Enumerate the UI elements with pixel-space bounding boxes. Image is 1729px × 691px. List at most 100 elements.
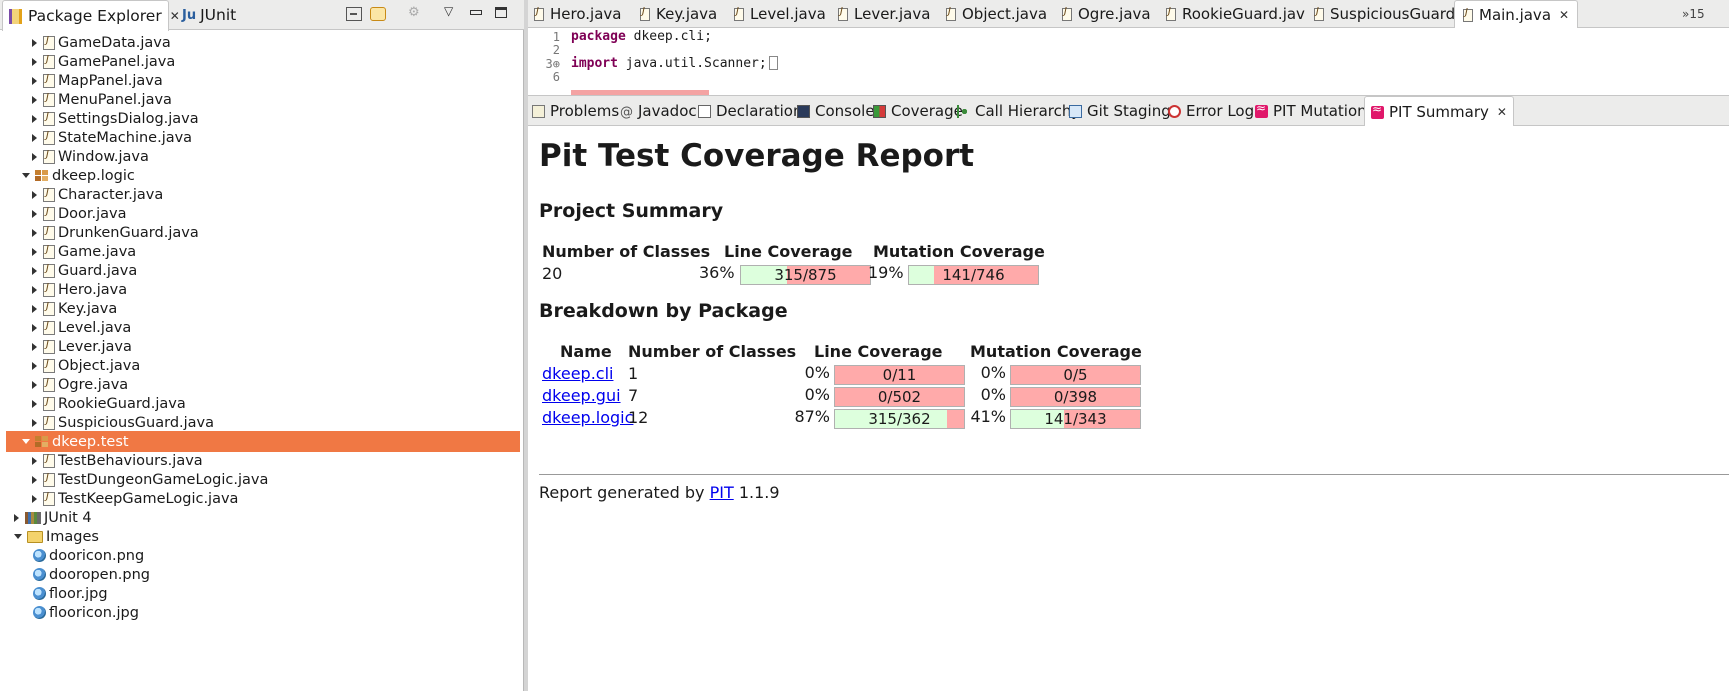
chevron-right-icon[interactable] — [32, 114, 37, 123]
collapse-all-icon[interactable] — [346, 7, 362, 21]
chevron-right-icon[interactable] — [32, 494, 37, 503]
view-tab[interactable]: Problems — [532, 96, 619, 126]
tree-item-file[interactable]: GameData.java — [6, 32, 520, 53]
view-tab[interactable]: PIT Mutations — [1255, 96, 1374, 126]
tree-item-file[interactable]: Door.java — [6, 203, 520, 224]
tree-item-package[interactable]: dkeep.test — [6, 431, 520, 452]
chevron-right-icon[interactable] — [32, 342, 37, 351]
pit-link[interactable]: PIT — [710, 483, 734, 502]
editor-tab[interactable]: Key.java — [640, 0, 717, 28]
chevron-right-icon[interactable] — [14, 513, 19, 522]
tree-item-file[interactable]: DrunkenGuard.java — [6, 222, 520, 243]
tree-item-file[interactable]: StateMachine.java — [6, 127, 520, 148]
chevron-right-icon[interactable] — [32, 456, 37, 465]
java-file-icon — [838, 6, 848, 21]
tree-item-file[interactable]: RookieGuard.java — [6, 393, 520, 414]
chevron-right-icon[interactable] — [32, 285, 37, 294]
view-menu-icon[interactable]: ▽ — [444, 4, 460, 18]
chevron-right-icon[interactable] — [32, 361, 37, 370]
tree-item-folder[interactable]: Images — [6, 526, 520, 547]
view-tab[interactable]: Git Staging — [1069, 96, 1171, 126]
chevron-down-icon[interactable] — [22, 439, 30, 444]
view-tab[interactable]: Console — [797, 96, 875, 126]
tree-item-image[interactable]: dooropen.png — [6, 564, 520, 585]
image-file-icon — [33, 568, 46, 581]
tree-item-file[interactable]: Level.java — [6, 317, 520, 338]
tree-item-file[interactable]: Key.java — [6, 298, 520, 319]
view-tab[interactable]: @ Javadoc — [620, 96, 697, 126]
tree-item-file[interactable]: Ogre.java — [6, 374, 520, 395]
tab-junit[interactable]: Ju JUnit — [178, 0, 236, 30]
chevron-right-icon[interactable] — [32, 380, 37, 389]
chevron-right-icon[interactable] — [32, 475, 37, 484]
more-tabs-button[interactable]: »15 — [1682, 0, 1705, 28]
chevron-down-icon[interactable] — [14, 534, 22, 539]
chevron-right-icon[interactable] — [32, 76, 37, 85]
chevron-right-icon[interactable] — [32, 57, 37, 66]
view-tab[interactable]: Coverage — [873, 96, 963, 126]
tree-item-file[interactable]: TestDungeonGameLogic.java — [6, 469, 520, 490]
tab-package-explorer[interactable]: Package Explorer ✕ — [2, 0, 180, 31]
summary-mutation-bar: 141/746 — [908, 265, 1039, 285]
editor-tab[interactable]: Level.java — [734, 0, 826, 28]
tree-item-file[interactable]: Guard.java — [6, 260, 520, 281]
filter-icon[interactable]: ⚙ — [408, 5, 424, 20]
tree-item-file[interactable]: Hero.java — [6, 279, 520, 300]
tree-item-label: Images — [46, 528, 99, 545]
tree-item-file[interactable]: GamePanel.java — [6, 51, 520, 72]
chevron-right-icon[interactable] — [32, 209, 37, 218]
tree-item-file[interactable]: Lever.java — [6, 336, 520, 357]
tree-item-package[interactable]: dkeep.logic — [6, 165, 520, 186]
view-tab[interactable]: PIT Summary ✕ — [1364, 96, 1514, 127]
view-tab[interactable]: Error Log — [1168, 96, 1254, 126]
editor-tab[interactable]: Object.java — [946, 0, 1047, 28]
chevron-right-icon[interactable] — [32, 152, 37, 161]
tree-item-file[interactable]: TestKeepGameLogic.java — [6, 488, 520, 509]
tree-item-file[interactable]: TestBehaviours.java — [6, 450, 520, 471]
chevron-right-icon[interactable] — [32, 247, 37, 256]
editor-tab[interactable]: Main.java ✕ — [1454, 0, 1579, 29]
chevron-right-icon[interactable] — [32, 228, 37, 237]
minimize-icon[interactable] — [470, 10, 482, 15]
link-with-editor-icon[interactable] — [370, 7, 386, 21]
code-editor[interactable]: 1 2 3⊕ 6 package dkeep.cli; import java.uti… — [528, 28, 1729, 96]
tree-item-file[interactable]: Window.java — [6, 146, 520, 167]
chevron-down-icon[interactable] — [22, 173, 30, 178]
close-icon[interactable]: ✕ — [1497, 105, 1507, 119]
tree-item-image[interactable]: flooricon.jpg — [6, 602, 520, 623]
tree-item-file[interactable]: MenuPanel.java — [6, 89, 520, 110]
chevron-right-icon[interactable] — [32, 95, 37, 104]
editor-tab[interactable]: Hero.java — [534, 0, 621, 28]
folded-imports-icon[interactable] — [768, 56, 778, 70]
java-file-icon — [43, 244, 55, 259]
editor-tab[interactable]: Lever.java — [838, 0, 930, 28]
chevron-right-icon[interactable] — [32, 418, 37, 427]
view-tab[interactable]: Declaration — [698, 96, 802, 126]
chevron-right-icon[interactable] — [32, 323, 37, 332]
tree-item-image[interactable]: floor.jpg — [6, 583, 520, 604]
tree-item-label: GameData.java — [58, 34, 171, 51]
tree-item-library[interactable]: JUnit 4 — [6, 507, 520, 528]
editor-tab[interactable]: RookieGuard.jav — [1166, 0, 1305, 28]
close-icon[interactable]: ✕ — [1559, 8, 1569, 22]
tree-item-file[interactable]: Game.java — [6, 241, 520, 262]
chevron-right-icon[interactable] — [32, 304, 37, 313]
view-tab[interactable]: Call Hierarchy — [957, 96, 1080, 126]
tree-item-file[interactable]: Character.java — [6, 184, 520, 205]
editor-tab[interactable]: Ogre.java — [1062, 0, 1151, 28]
chevron-right-icon[interactable] — [32, 190, 37, 199]
chevron-right-icon[interactable] — [32, 133, 37, 142]
editor-tab[interactable]: SuspiciousGuard — [1314, 0, 1455, 28]
chevron-right-icon[interactable] — [32, 266, 37, 275]
tree-item-file[interactable]: Object.java — [6, 355, 520, 376]
tree-item-file[interactable]: SettingsDialog.java — [6, 108, 520, 129]
tree-item-file[interactable]: SuspiciousGuard.java — [6, 412, 520, 433]
maximize-icon[interactable] — [495, 7, 507, 18]
view-tab-label: Error Log — [1186, 102, 1255, 120]
java-file-icon — [43, 187, 55, 202]
tree-item-image[interactable]: dooricon.png — [6, 545, 520, 566]
tree-item-file[interactable]: MapPanel.java — [6, 70, 520, 91]
chevron-right-icon[interactable] — [32, 38, 37, 47]
view-tab-label: PIT Mutations — [1273, 102, 1375, 120]
chevron-right-icon[interactable] — [32, 399, 37, 408]
